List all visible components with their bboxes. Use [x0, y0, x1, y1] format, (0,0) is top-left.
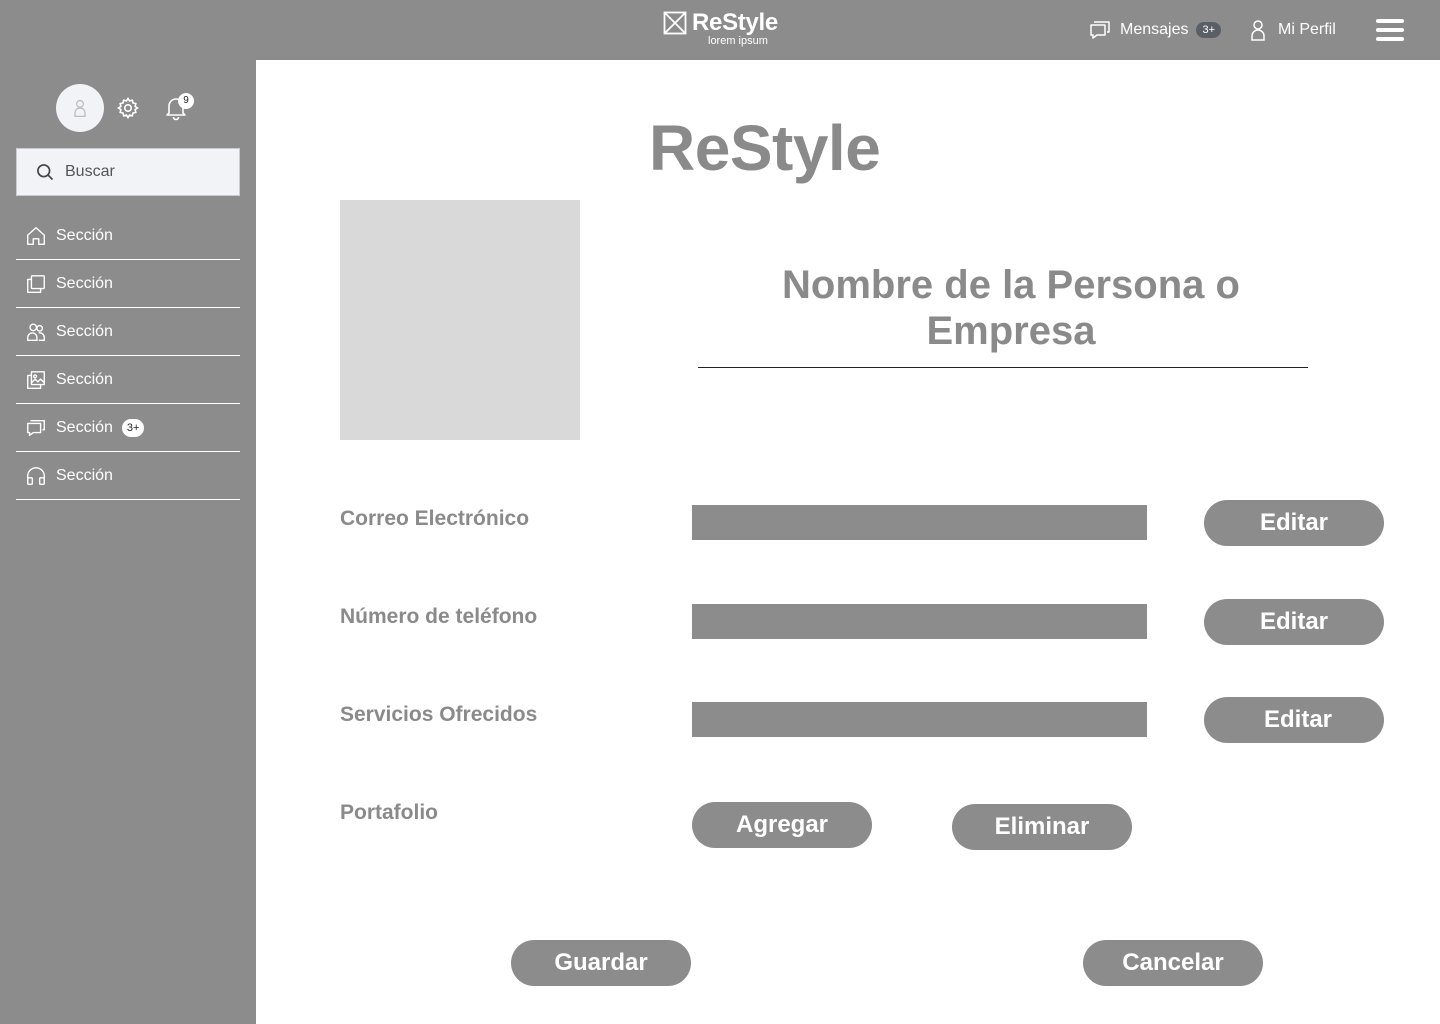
- add-portfolio-button[interactable]: Agregar: [692, 802, 872, 848]
- edit-email-button[interactable]: Editar: [1204, 500, 1384, 546]
- home-icon: [27, 226, 45, 245]
- profile-photo-placeholder[interactable]: [340, 200, 580, 440]
- chat-icon: [27, 419, 45, 436]
- name-divider: [698, 367, 1308, 368]
- edit-phone-button[interactable]: Editar: [1204, 599, 1384, 645]
- services-label: Servicios Ofrecidos: [340, 703, 538, 726]
- brand-name: ReStyle: [692, 9, 778, 36]
- chat-icon: [1090, 21, 1110, 39]
- messages-label: Mensajes: [1120, 21, 1189, 38]
- search-icon: [37, 164, 54, 181]
- sidebar-item-label: Sección: [56, 418, 113, 436]
- phone-field[interactable]: [692, 604, 1147, 639]
- top-bar: ReStyle lorem ipsum Mensajes 3+ Mi Perfi…: [0, 0, 1440, 60]
- gear-icon[interactable]: [116, 96, 140, 120]
- email-field[interactable]: [692, 505, 1147, 540]
- sidebar: 9 Sección Sección: [0, 60, 256, 1024]
- user-icon: [1251, 20, 1265, 41]
- save-button[interactable]: Guardar: [511, 940, 691, 986]
- sidebar-item-gallery[interactable]: Sección: [16, 356, 240, 404]
- messages-link[interactable]: Mensajes 3+: [1088, 17, 1222, 43]
- profile-label: Mi Perfil: [1278, 21, 1336, 38]
- sidebar-nav: Sección Sección Sección Sección Sección …: [16, 212, 240, 500]
- notifications-badge: 9: [178, 93, 194, 109]
- sidebar-item-label: Sección: [56, 226, 113, 244]
- phone-label: Número de teléfono: [340, 605, 538, 628]
- profile-link[interactable]: Mi Perfil: [1246, 17, 1336, 43]
- avatar[interactable]: [56, 84, 104, 132]
- delete-portfolio-button[interactable]: Eliminar: [952, 804, 1132, 850]
- hamburger-menu-icon[interactable]: [1376, 19, 1404, 41]
- gallery-icon: [27, 370, 45, 389]
- sidebar-item-badge: 3+: [121, 418, 145, 437]
- search-input[interactable]: [65, 163, 215, 181]
- email-label: Correo Electrónico: [340, 507, 530, 530]
- search-box: [16, 148, 240, 196]
- user-icon: [74, 99, 86, 117]
- sidebar-item-label: Sección: [56, 274, 113, 292]
- sidebar-item-copy[interactable]: Sección: [16, 260, 240, 308]
- edit-services-button[interactable]: Editar: [1204, 697, 1384, 743]
- users-icon: [27, 323, 45, 341]
- portfolio-label: Portafolio: [340, 801, 438, 824]
- sidebar-item-label: Sección: [56, 370, 113, 388]
- sidebar-item-support[interactable]: Sección: [16, 452, 240, 500]
- cancel-button[interactable]: Cancelar: [1083, 940, 1263, 986]
- sidebar-item-home[interactable]: Sección: [16, 212, 240, 260]
- brand-tagline: lorem ipsum: [708, 35, 768, 47]
- page-title: ReStyle: [649, 112, 881, 184]
- services-field[interactable]: [692, 702, 1147, 737]
- sidebar-item-label: Sección: [56, 322, 113, 340]
- logo-placeholder-icon: [663, 11, 687, 35]
- sidebar-item-users[interactable]: Sección: [16, 308, 240, 356]
- sidebar-item-messages[interactable]: Sección 3+: [16, 404, 240, 452]
- messages-badge: 3+: [1196, 22, 1222, 38]
- copy-icon: [27, 274, 45, 293]
- person-name: Nombre de la Persona o Empresa: [782, 263, 1240, 353]
- headphones-icon: [27, 466, 45, 485]
- sidebar-item-label: Sección: [56, 466, 113, 484]
